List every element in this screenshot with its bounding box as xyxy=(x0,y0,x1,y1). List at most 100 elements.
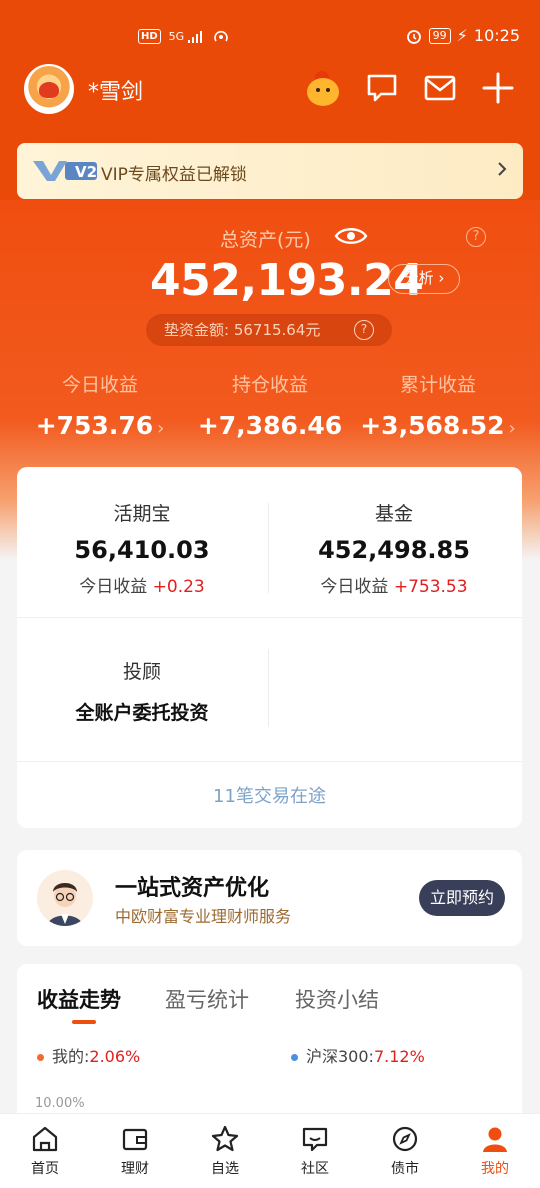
legend-dot xyxy=(291,1054,298,1061)
status-bar-network: HD 5G xyxy=(138,28,230,44)
total-assets-value: 452,193.24 xyxy=(150,255,424,306)
advisor-card[interactable]: 一站式资产优化 中欧财富专业理财师服务 立即预约 xyxy=(17,850,522,946)
tab-returns-trend[interactable]: 收益走势 xyxy=(37,984,121,1014)
analyze-button[interactable]: 分析 › xyxy=(388,264,460,294)
battery-icon: 99 xyxy=(428,27,451,44)
huoqibao-cell[interactable]: 活期宝 56,410.03 今日收益 +0.23 xyxy=(17,499,267,597)
hotspot-icon xyxy=(213,30,228,42)
pad-help-icon[interactable]: ? xyxy=(354,320,374,340)
pad-amount-pill[interactable]: 垫资金额: 56715.64元 ? xyxy=(146,314,392,346)
nav-community[interactable]: 社区 xyxy=(270,1124,360,1178)
holdings-card: 活期宝 56,410.03 今日收益 +0.23 基金 452,498.85 今… xyxy=(17,467,522,828)
today-pnl-value: +753.76 xyxy=(35,411,154,440)
star-icon xyxy=(211,1125,239,1152)
divider xyxy=(17,617,522,618)
clock-time: 10:25 xyxy=(473,26,520,45)
vip-banner[interactable]: V2 VIP专属权益已解锁 xyxy=(17,143,523,199)
fund-value: 452,498.85 xyxy=(318,536,470,564)
nav-me[interactable]: 我的 xyxy=(450,1124,540,1178)
nav-home-label: 首页 xyxy=(31,1161,59,1177)
community-icon xyxy=(302,1127,328,1152)
y-axis-tick: 10.00% xyxy=(35,1096,85,1111)
user-icon xyxy=(483,1127,507,1152)
cumulative-pnl[interactable]: 累计收益 +3,568.52 › xyxy=(348,370,528,440)
legend-mine-value: 2.06% xyxy=(89,1047,141,1066)
compass-icon xyxy=(392,1126,418,1152)
chevron-right-icon: › xyxy=(508,418,516,439)
legend-index-label: 沪深300: xyxy=(306,1047,374,1066)
fund-title: 基金 xyxy=(374,503,413,525)
advisor-title: 一站式资产优化 xyxy=(115,876,270,901)
signal-icon: 5G xyxy=(169,30,204,43)
charging-icon: ⚡ xyxy=(456,26,468,45)
cumulative-pnl-value: +3,568.52 xyxy=(360,411,505,440)
advisor-avatar xyxy=(37,870,93,926)
nav-bond-market-label: 债市 xyxy=(391,1161,419,1177)
signal-label: 5G xyxy=(168,29,185,43)
advisory-title: 投顾 xyxy=(122,661,161,683)
today-pnl[interactable]: 今日收益 +753.76 › xyxy=(10,370,190,440)
analyze-label: 分析 xyxy=(403,269,434,287)
nav-community-label: 社区 xyxy=(301,1161,329,1177)
fund-today-value: +753.53 xyxy=(393,577,468,597)
advisory-cell[interactable]: 投顾 全账户委托投资 xyxy=(17,657,267,725)
in-transit-link[interactable]: 11笔交易在途 xyxy=(17,782,522,808)
divider xyxy=(17,761,522,762)
chevron-right-icon xyxy=(498,162,507,176)
huoqibao-title: 活期宝 xyxy=(113,503,171,525)
vip-level-logo: V2 xyxy=(33,161,97,181)
nav-wealth[interactable]: 理财 xyxy=(90,1124,180,1178)
huoqibao-value: 56,410.03 xyxy=(74,536,210,564)
legend-mine: 我的:2.06% xyxy=(37,1043,140,1067)
nav-me-label: 我的 xyxy=(481,1161,509,1177)
cumulative-pnl-label: 累计收益 xyxy=(399,374,476,396)
today-pnl-label: 今日收益 xyxy=(61,374,138,396)
chevron-right-icon: › xyxy=(438,269,445,287)
legend-index-value: 7.12% xyxy=(373,1047,425,1066)
tab-investment-summary[interactable]: 投资小结 xyxy=(295,984,379,1014)
vip-logo-text: V2 xyxy=(75,163,97,181)
status-bar: HD 5G 99 ⚡ 10:25 xyxy=(0,20,540,56)
help-icon[interactable]: ? xyxy=(466,227,486,247)
holding-pnl-label: 持仓收益 xyxy=(231,374,308,396)
tab-pnl-stats[interactable]: 盈亏统计 xyxy=(165,984,249,1014)
fund-today-label: 今日收益 xyxy=(320,577,389,597)
mascot-icon[interactable] xyxy=(304,70,340,106)
hd-badge: HD xyxy=(138,28,161,44)
user-avatar[interactable] xyxy=(24,64,74,114)
nav-watchlist[interactable]: 自选 xyxy=(180,1124,270,1178)
chevron-right-icon: › xyxy=(157,418,165,439)
legend-dot xyxy=(37,1054,44,1061)
huoqibao-today-label: 今日收益 xyxy=(79,577,148,597)
nav-watchlist-label: 自选 xyxy=(211,1161,239,1177)
vip-banner-text: VIP专属权益已解锁 xyxy=(101,165,247,185)
status-bar-right: 99 ⚡ 10:25 xyxy=(405,26,520,45)
advisor-subtitle: 中欧财富专业理财师服务 xyxy=(115,907,292,926)
legend-index: 沪深300:7.12% xyxy=(291,1043,425,1067)
book-now-button[interactable]: 立即预约 xyxy=(419,880,505,916)
huoqibao-today-value: +0.23 xyxy=(152,577,205,597)
nav-wealth-label: 理财 xyxy=(121,1161,149,1177)
divider xyxy=(268,649,269,727)
bottom-nav: 首页 理财 自选 社区 债市 我的 xyxy=(0,1113,540,1188)
nav-bond-market[interactable]: 债市 xyxy=(360,1124,450,1178)
trend-card: 收益走势 盈亏统计 投资小结 我的:2.06% 沪深300:7.12% 10.0… xyxy=(17,964,522,1114)
mail-icon[interactable] xyxy=(422,70,458,106)
alarm-icon xyxy=(406,29,421,44)
legend-mine-label: 我的: xyxy=(52,1047,90,1066)
active-tab-indicator xyxy=(72,1020,96,1024)
eye-icon[interactable] xyxy=(334,224,368,248)
holding-pnl[interactable]: 持仓收益 +7,386.46 xyxy=(180,370,360,440)
nav-home[interactable]: 首页 xyxy=(0,1124,90,1178)
advisory-subtitle: 全账户委托投资 xyxy=(75,702,209,724)
wallet-icon xyxy=(122,1128,148,1151)
total-assets-label: 总资产(元) xyxy=(220,229,311,251)
chat-icon[interactable] xyxy=(364,70,400,106)
holding-pnl-value: +7,386.46 xyxy=(197,411,343,440)
pad-amount-text: 垫资金额: 56715.64元 xyxy=(164,321,321,339)
top-nav: *雪剑 xyxy=(0,62,540,118)
fund-cell[interactable]: 基金 452,498.85 今日收益 +753.53 xyxy=(269,499,519,597)
plus-icon[interactable] xyxy=(480,70,516,106)
home-icon xyxy=(32,1126,58,1152)
username[interactable]: *雪剑 xyxy=(88,74,143,106)
